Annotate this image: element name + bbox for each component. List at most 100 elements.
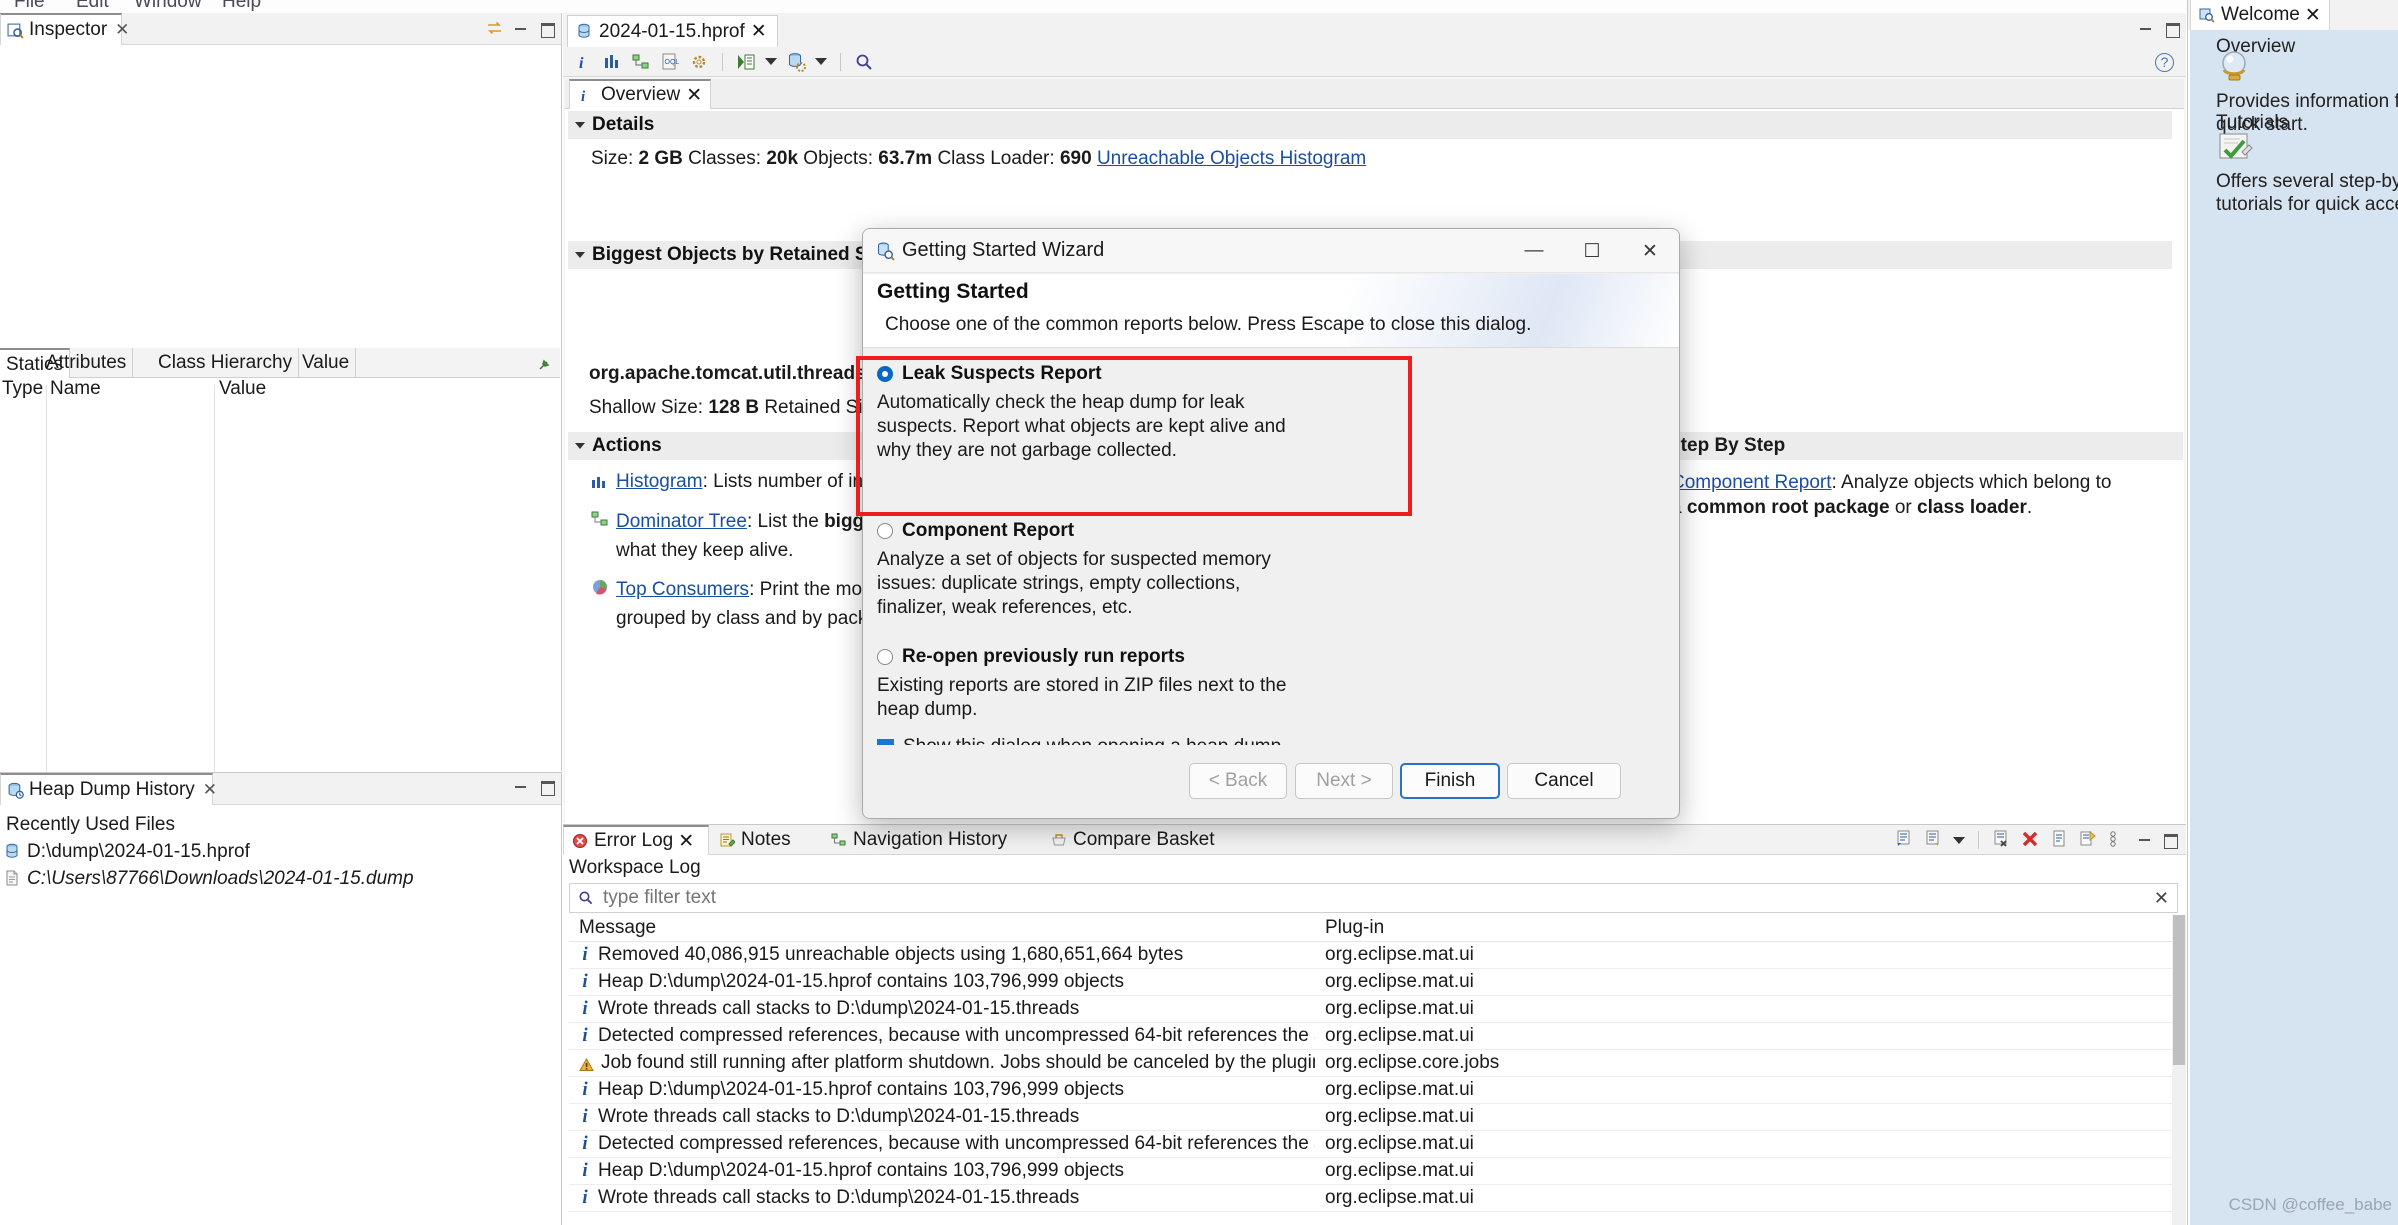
restore-log-icon[interactable] [2079, 830, 2099, 850]
next-button[interactable]: Next > [1295, 763, 1393, 799]
scrollbar-thumb[interactable] [2173, 915, 2185, 1065]
pin-icon[interactable] [537, 356, 550, 370]
menu-item-file[interactable]: File [14, 0, 45, 13]
table-row[interactable]: i Detected compressed references, because… [569, 1131, 2178, 1158]
dropdown-arrow-icon[interactable] [765, 58, 777, 65]
radio-button-component-report[interactable] [877, 523, 893, 539]
maximize-icon[interactable] [2162, 833, 2178, 849]
radio-button-reopen-reports[interactable] [877, 649, 893, 665]
finish-button[interactable]: Finish [1400, 763, 1500, 799]
histogram-link[interactable]: Histogram [616, 471, 703, 492]
dropdown-arrow-icon[interactable] [1953, 836, 1965, 844]
collapse-twisty-icon[interactable] [575, 443, 585, 449]
open-query-browser-icon[interactable] [736, 52, 756, 72]
tab-notes[interactable]: Notes [711, 825, 821, 855]
dominator-tree-link[interactable]: Dominator Tree [616, 511, 747, 532]
info-icon: i [582, 1187, 588, 1208]
table-row[interactable]: i Detected compressed references, because… [569, 1023, 2178, 1050]
option-reopen-reports-title[interactable]: Re-open previously run reports [877, 646, 1307, 668]
log-scrollbar[interactable] [2172, 915, 2186, 1225]
open-log-icon[interactable] [2050, 830, 2070, 850]
welcome-tab-label: Welcome [2221, 4, 2300, 25]
option-component-report-title[interactable]: Component Report [877, 520, 1307, 542]
list-item[interactable]: C:\Users\87766\Downloads\2024-01-15.dump [4, 865, 561, 892]
close-icon[interactable]: ✕ [1621, 229, 1679, 273]
import-log-icon[interactable] [1895, 830, 1915, 850]
view-menu-icon[interactable] [2108, 830, 2128, 850]
component-report-desc: : Analyze objects which belong to [1831, 472, 2112, 493]
menu-item-help[interactable]: Help [222, 0, 261, 13]
tab-heap-dump-file[interactable]: 2024-01-15.hprof ✕ [567, 15, 778, 47]
search-icon[interactable] [854, 52, 874, 72]
filter-bar[interactable]: ✕ [569, 883, 2178, 913]
maximize-icon[interactable] [539, 22, 555, 38]
minimize-icon[interactable]: — [1505, 229, 1563, 273]
details-section-header[interactable]: Details [568, 111, 2172, 139]
tab-value[interactable]: Value [296, 348, 357, 378]
overview-info-icon[interactable]: i [573, 52, 593, 72]
filter-input[interactable] [601, 886, 2148, 910]
tab-attributes[interactable]: Attributes [40, 348, 134, 378]
action-histogram[interactable]: Histogram: Lists number of ins [591, 471, 873, 493]
unreachable-objects-histogram-link[interactable]: Unreachable Objects Histogram [1097, 148, 1366, 169]
table-row[interactable]: Job found still running after platform s… [569, 1050, 2178, 1077]
collapse-twisty-icon[interactable] [575, 122, 585, 128]
minimize-icon[interactable] [2138, 22, 2154, 36]
option-leak-suspects-report[interactable]: Leak Suspects Report Automatically check… [877, 363, 1307, 463]
maximize-icon[interactable]: ☐ [1563, 229, 1621, 273]
dominator-tree-icon[interactable] [631, 52, 651, 72]
help-icon[interactable]: ? [2155, 53, 2174, 72]
back-button[interactable]: < Back [1189, 763, 1287, 799]
table-row[interactable]: i Heap D:\dump\2024-01-15.hprof contains … [569, 1077, 2178, 1104]
tab-navigation-history[interactable]: Navigation History [823, 825, 1041, 855]
table-row[interactable]: i Wrote threads call stacks to D:\dump\20… [569, 996, 2178, 1023]
close-icon[interactable]: ✕ [678, 830, 694, 853]
heap-dump-actions-icon[interactable] [786, 52, 806, 72]
component-report-link[interactable]: Component Report [1671, 472, 1832, 493]
minimize-icon[interactable] [2137, 833, 2153, 847]
log-message-text: Job found still running after platform s… [601, 1052, 1315, 1073]
maximize-icon[interactable] [2164, 22, 2180, 38]
radio-button-leak-suspects[interactable] [877, 366, 893, 382]
tab-error-log[interactable]: Error Log ✕ [563, 825, 709, 855]
close-icon[interactable]: ✕ [751, 20, 767, 43]
link-with-editor-icon[interactable] [486, 20, 503, 37]
option-reopen-reports[interactable]: Re-open previously run reports Existing … [877, 646, 1307, 722]
table-row[interactable]: i Heap D:\dump\2024-01-15.hprof contains … [569, 969, 2178, 996]
menu-item-window[interactable]: Window [134, 0, 202, 13]
option-label: Re-open previously run reports [902, 646, 1185, 667]
tab-overview[interactable]: i Overview ✕ [569, 79, 712, 109]
option-leak-suspects-title[interactable]: Leak Suspects Report [877, 363, 1307, 385]
table-row[interactable]: i Wrote threads call stacks to D:\dump\20… [569, 1104, 2178, 1131]
oql-icon[interactable]: OQL [660, 52, 680, 72]
export-log-icon[interactable] [1924, 830, 1944, 850]
close-icon[interactable]: ✕ [2305, 4, 2321, 27]
delete-log-icon[interactable] [2021, 830, 2041, 850]
maximize-icon[interactable] [539, 780, 555, 796]
menu-item-edit[interactable]: Edit [76, 0, 109, 13]
list-item[interactable]: D:\dump\2024-01-15.hprof [4, 838, 561, 865]
settings-icon[interactable] [689, 52, 709, 72]
cancel-button[interactable]: Cancel [1507, 763, 1621, 799]
close-icon[interactable]: ✕ [115, 20, 129, 40]
histogram-icon[interactable] [602, 52, 622, 72]
table-row[interactable]: i Wrote threads call stacks to D:\dump\20… [569, 1185, 2178, 1212]
close-icon[interactable]: ✕ [203, 780, 217, 800]
minimize-icon[interactable] [513, 780, 529, 794]
table-row[interactable]: i Removed 40,086,915 unreachable objects … [569, 942, 2178, 969]
dropdown-arrow-icon[interactable] [815, 58, 827, 65]
close-icon[interactable]: ✕ [686, 84, 702, 107]
clear-log-icon[interactable] [1992, 830, 2012, 850]
tab-compare-basket[interactable]: Compare Basket [1043, 825, 1233, 855]
option-component-report[interactable]: Component Report Analyze a set of object… [877, 520, 1307, 620]
tab-inspector[interactable]: Inspector ✕ [0, 13, 129, 45]
table-row[interactable]: i Heap D:\dump\2024-01-15.hprof contains … [569, 1158, 2178, 1185]
tab-class-hierarchy[interactable]: Class Hierarchy [152, 348, 300, 378]
collapse-twisty-icon[interactable] [575, 252, 585, 258]
tab-welcome[interactable]: Welcome ✕ [2190, 0, 2330, 30]
clear-filter-icon[interactable]: ✕ [2154, 888, 2169, 909]
dialog-header-sheen [1349, 274, 1679, 347]
top-consumers-link[interactable]: Top Consumers [616, 579, 749, 600]
tab-heap-dump-history[interactable]: Heap Dump History ✕ [0, 773, 217, 805]
minimize-icon[interactable] [513, 22, 529, 36]
